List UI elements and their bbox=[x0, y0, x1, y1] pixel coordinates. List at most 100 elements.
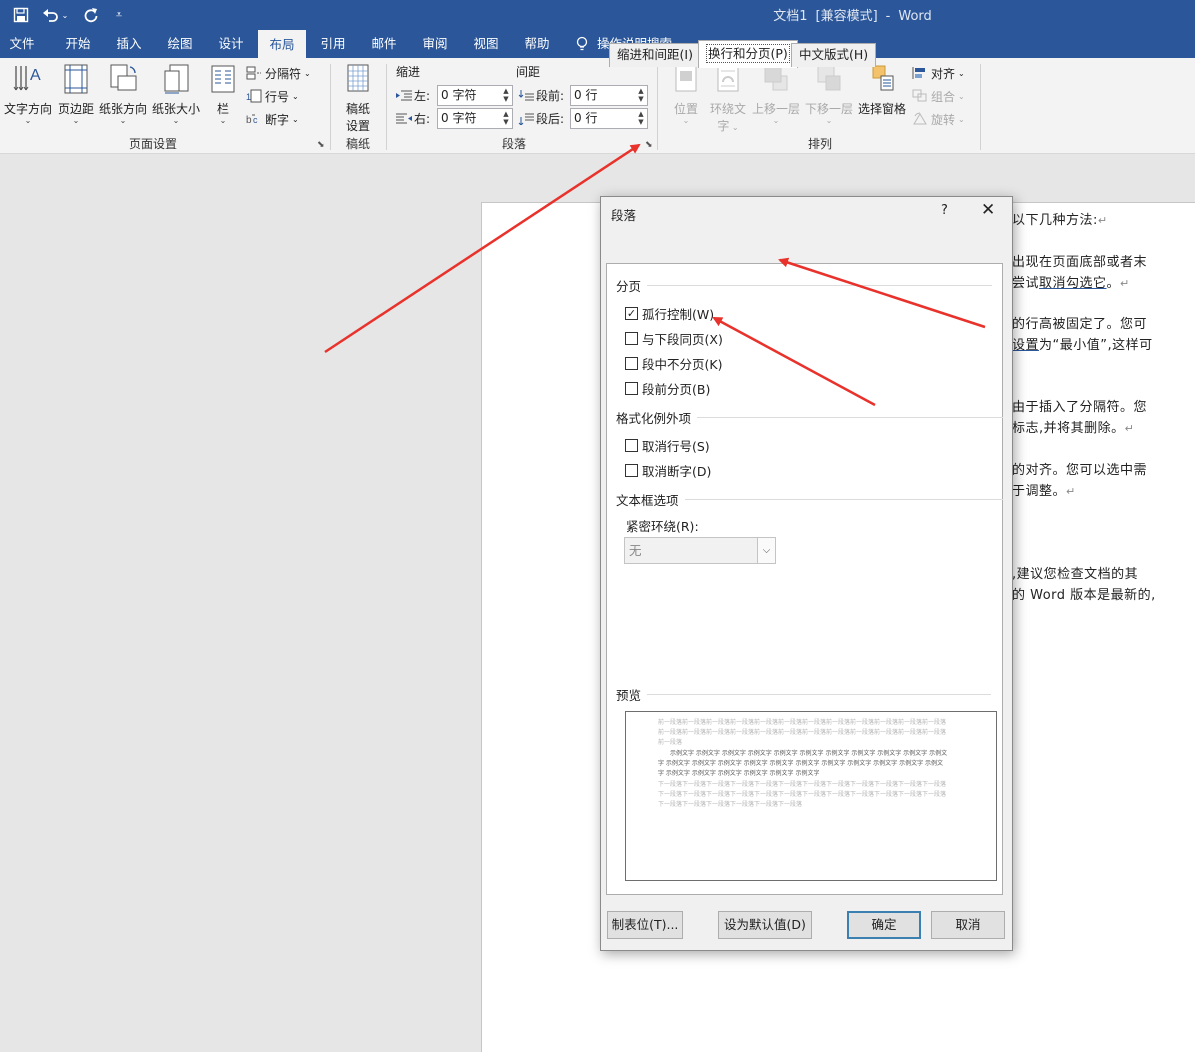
doc-line: ,建议您检查文档的其 bbox=[1012, 567, 1139, 582]
preview-section: 预览 bbox=[616, 685, 992, 704]
hyphenation-icon: bc bbox=[246, 114, 258, 126]
tab-view[interactable]: 视图 bbox=[463, 30, 509, 58]
lightbulb-icon bbox=[576, 36, 588, 51]
doc-link[interactable]: 设置 bbox=[1012, 338, 1039, 353]
hyphenation-button[interactable]: bc 断字 ⌄ bbox=[246, 109, 299, 129]
keep-with-next-checkbox[interactable]: 与下段同页(X) bbox=[625, 329, 723, 347]
margins-icon bbox=[64, 64, 88, 94]
tab-file[interactable]: 文件 bbox=[0, 30, 44, 58]
tab-mailings[interactable]: 邮件 bbox=[361, 30, 407, 58]
help-icon[interactable]: ? bbox=[941, 203, 948, 218]
tab-layout[interactable]: 布局 bbox=[258, 30, 306, 58]
page-break-before-checkbox[interactable]: 段前分页(B) bbox=[625, 379, 710, 397]
tab-help[interactable]: 帮助 bbox=[514, 30, 560, 58]
tab-references[interactable]: 引用 bbox=[310, 30, 356, 58]
bring-forward-button[interactable]: 上移一层 ⌄ bbox=[750, 62, 802, 125]
group-button[interactable]: 组合 ⌄ bbox=[912, 86, 965, 106]
text-direction-label: 文字方向 bbox=[3, 102, 52, 116]
spinner-arrows-icon[interactable]: ▲ ▼ bbox=[637, 110, 645, 126]
tab-design[interactable]: 设计 bbox=[208, 30, 254, 58]
columns-button[interactable]: 栏 ⌄ bbox=[206, 62, 240, 125]
tabs-button[interactable]: 制表位(T)... bbox=[607, 911, 683, 939]
dialog-title: 段落 bbox=[611, 208, 637, 223]
position-label: 位置 bbox=[673, 102, 698, 116]
tab-insert[interactable]: 插入 bbox=[106, 30, 152, 58]
preview-sample-text: 示例文字 示例文字 示例文字 示例文字 示例文字 示例文字 示例文字 示例文字 … bbox=[658, 750, 948, 777]
margins-button[interactable]: 页边距 ⌄ bbox=[56, 62, 96, 125]
widow-control-checkbox[interactable]: ✓ 孤行控制(W) bbox=[625, 304, 714, 322]
indent-right-label: 右: bbox=[396, 108, 430, 129]
align-button[interactable]: 对齐 ⌄ bbox=[912, 63, 965, 83]
margins-label: 页边距 bbox=[57, 102, 94, 116]
paragraph-launcher-icon[interactable]: ⬊ bbox=[645, 140, 653, 150]
dont-hyphenate-checkbox[interactable]: 取消断字(D) bbox=[625, 461, 711, 479]
checkbox-label: 与下段同页(X) bbox=[642, 331, 723, 347]
checkbox-label: 段中不分页(K) bbox=[642, 356, 723, 372]
indent-left-input[interactable]: 0 字符 ▲ ▼ bbox=[437, 85, 513, 106]
group-label: 组合 bbox=[931, 89, 956, 104]
position-button[interactable]: 位置 ⌄ bbox=[666, 62, 706, 125]
window-title: 文档1 [兼容模式] - Word bbox=[773, 9, 932, 24]
wrap-text-button[interactable]: 环绕文 字 ⌄ bbox=[708, 62, 748, 134]
tab-review[interactable]: 审阅 bbox=[412, 30, 458, 58]
tab-indents-spacing[interactable]: 缩进和间距(I) bbox=[609, 43, 701, 67]
breaks-button[interactable]: 分隔符 ⌄ bbox=[246, 63, 311, 83]
tab-draw[interactable]: 绘图 bbox=[157, 30, 203, 58]
title-bar: ⌄ ⩡ 文档1 [兼容模式] - Word bbox=[0, 0, 1195, 30]
ribbon-tab-bar: 文件 开始 插入 绘图 设计 布局 引用 邮件 审阅 视图 帮助 操作说明搜索 bbox=[0, 30, 1195, 58]
checkbox-label: 取消断字(D) bbox=[642, 463, 712, 479]
tight-wrap-select[interactable]: 无 ⌵ bbox=[624, 537, 776, 564]
preview-header: 预览 bbox=[616, 688, 642, 703]
line-numbers-button[interactable]: 1 行号 ⌄ bbox=[246, 86, 299, 106]
page-setup-launcher-icon[interactable]: ⬊ bbox=[317, 140, 325, 150]
svg-text:b: b bbox=[246, 115, 252, 126]
preview-box: 前一段落前一段落前一段落前一段落前一段落前一段落前一段落前一段落前一段落前一段落… bbox=[625, 711, 997, 881]
cancel-button[interactable]: 取消 bbox=[931, 911, 1005, 939]
checkbox-label: 孤行控制(W) bbox=[642, 306, 715, 322]
manuscript-group-label: 稿纸 bbox=[345, 137, 370, 151]
doc-line: 设置为“最小值”,这样可 bbox=[1012, 338, 1153, 353]
orientation-button[interactable]: 纸张方向 ⌄ bbox=[97, 62, 149, 125]
doc-link[interactable]: 取消勾选它 bbox=[1039, 276, 1107, 291]
spinner-arrows-icon[interactable]: ▲ ▼ bbox=[637, 87, 645, 103]
close-icon[interactable]: ✕ bbox=[981, 200, 995, 220]
spacing-after-input[interactable]: 0 行 ▲ ▼ bbox=[570, 108, 648, 129]
spinner-arrows-icon[interactable]: ▲ ▼ bbox=[502, 110, 510, 126]
orientation-icon bbox=[110, 64, 137, 91]
doc-line: 于调整。↵ bbox=[1012, 484, 1076, 499]
tab-home[interactable]: 开始 bbox=[55, 30, 101, 58]
keep-lines-together-checkbox[interactable]: 段中不分页(K) bbox=[625, 354, 722, 372]
suppress-line-numbers-checkbox[interactable]: 取消行号(S) bbox=[625, 436, 710, 454]
textbox-options-header: 文本框选项 bbox=[616, 493, 679, 508]
checkmark-icon: ✓ bbox=[625, 306, 638, 320]
indent-header: 缩进 bbox=[396, 64, 421, 79]
manuscript-label-1: 稿纸 bbox=[345, 102, 370, 116]
set-default-button[interactable]: 设为默认值(D) bbox=[718, 911, 812, 939]
chevron-down-icon: ⌄ bbox=[772, 116, 780, 125]
breaks-icon bbox=[246, 66, 261, 80]
manuscript-icon bbox=[347, 64, 369, 92]
send-backward-icon bbox=[817, 65, 841, 91]
ok-button[interactable]: 确定 bbox=[847, 911, 921, 939]
tab-asian-typography[interactable]: 中文版式(H) bbox=[791, 43, 877, 67]
send-backward-button[interactable]: 下移一层 ⌄ bbox=[803, 62, 855, 125]
selection-pane-button[interactable]: 选择窗格 bbox=[856, 62, 908, 117]
chevron-down-icon: ⌄ bbox=[172, 116, 180, 125]
align-icon bbox=[912, 67, 925, 79]
textbox-options-section: 文本框选项 bbox=[616, 490, 1003, 509]
rotate-button[interactable]: 旋转 ⌄ bbox=[912, 109, 965, 129]
page-setup-group-label: 页面设置 bbox=[128, 137, 177, 151]
tab-line-page-breaks[interactable]: 换行和分页(P) bbox=[698, 40, 798, 68]
spinner-arrows-icon[interactable]: ▲ ▼ bbox=[502, 87, 510, 103]
size-button[interactable]: 纸张大小 ⌄ bbox=[150, 62, 202, 125]
text-direction-button[interactable]: A 文字方向 ⌄ bbox=[2, 62, 54, 125]
rotate-label: 旋转 bbox=[931, 112, 956, 127]
doc-line: 的 Word 版本是最新的, bbox=[1012, 588, 1156, 603]
send-backward-label: 下移一层 bbox=[804, 102, 853, 116]
columns-label: 栏 bbox=[216, 102, 229, 116]
spacing-header: 间距 bbox=[516, 64, 541, 79]
indent-right-input[interactable]: 0 字符 ▲ ▼ bbox=[437, 108, 513, 129]
spacing-before-input[interactable]: 0 行 ▲ ▼ bbox=[570, 85, 648, 106]
manuscript-settings-button[interactable]: 稿纸 设置 bbox=[338, 62, 378, 134]
group-icon bbox=[912, 89, 927, 102]
